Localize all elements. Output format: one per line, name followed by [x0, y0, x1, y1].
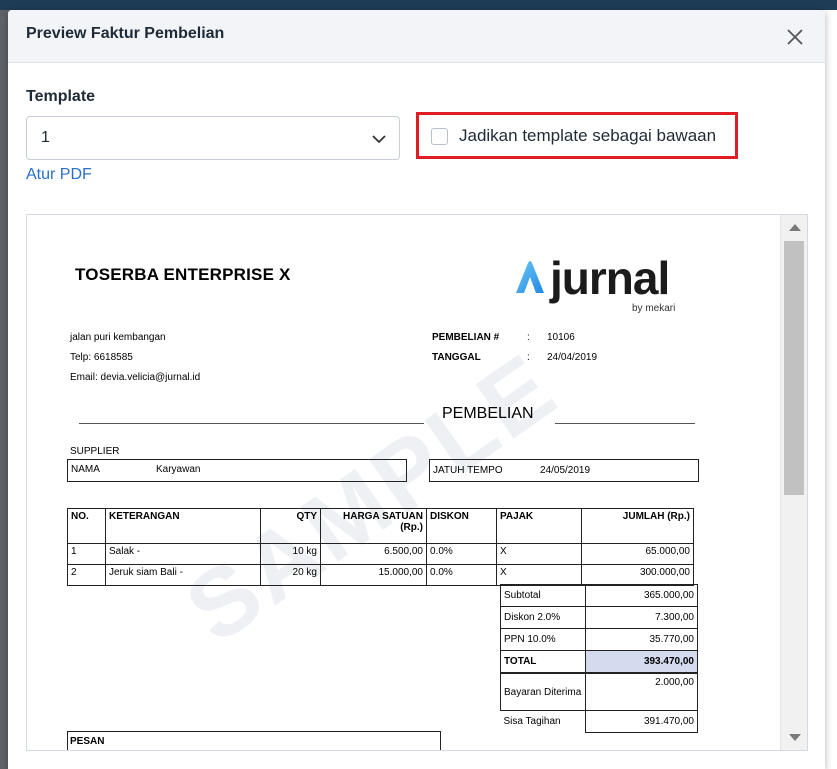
cell-diskon: 0.0%	[426, 564, 497, 586]
summary-row: Subtotal 365.000,00	[500, 584, 698, 607]
default-template-highlight: Jadikan template sebagai bawaan	[416, 112, 738, 159]
summary-row: Bayaran Diterima 2.000,00	[500, 672, 698, 711]
section-title: PEMBELIAN	[442, 405, 534, 422]
sisa-value: 391.470,00	[585, 710, 698, 733]
subtotal-label: Subtotal	[500, 584, 586, 607]
chevron-down-icon	[371, 131, 387, 152]
jurnal-logo: jurnal by mekari	[512, 252, 675, 314]
summary-table: Subtotal 365.000,00 Diskon 2.0% 7.300,00…	[500, 584, 698, 733]
cell-keterangan: Jeruk siam Bali -	[105, 564, 261, 586]
bayaran-label: Bayaran Diterima	[500, 672, 586, 711]
scroll-up-icon[interactable]	[789, 224, 801, 231]
cell-jumlah: 300.000,00	[581, 564, 694, 586]
diskon-label: Diskon 2.0%	[500, 606, 586, 629]
template-select-value: 1	[41, 129, 50, 146]
template-label: Template	[26, 88, 96, 105]
sisa-label: Sisa Tagihan	[500, 710, 586, 733]
company-name: TOSERBA ENTERPRISE X	[75, 265, 291, 284]
logo-subtext: by mekari	[632, 303, 676, 314]
header-keterangan: KETERANGAN	[105, 508, 261, 544]
cell-harga: 15.000,00	[320, 564, 427, 586]
scroll-down-icon[interactable]	[789, 734, 801, 741]
preview-scrollbar[interactable]	[780, 215, 807, 750]
summary-row: Diskon 2.0% 7.300,00	[500, 606, 698, 629]
tanggal-value: 24/04/2019	[547, 352, 598, 363]
nama-value: Karyawan	[156, 464, 201, 475]
cell-pajak: X	[496, 564, 582, 586]
cell-diskon: 0.0%	[426, 543, 497, 565]
colon: :	[527, 332, 530, 343]
app-background-header	[0, 0, 837, 10]
jatuh-tempo-label: JATUH TEMPO	[433, 465, 503, 476]
header-harga: HARGA SATUAN (Rp.)	[320, 508, 427, 544]
summary-row: Sisa Tagihan 391.470,00	[500, 710, 698, 733]
cell-harga: 6.500,00	[320, 543, 427, 565]
company-phone: Telp: 6618585	[70, 352, 133, 363]
jatuh-tempo-value: 24/05/2019	[540, 465, 591, 476]
header-diskon: DISKON	[426, 508, 497, 544]
bayaran-value: 2.000,00	[585, 672, 698, 711]
close-icon[interactable]	[785, 27, 805, 47]
background-page-edge	[823, 10, 837, 769]
supplier-box: NAMA Karyawan	[67, 459, 407, 482]
default-template-label[interactable]: Jadikan template sebagai bawaan	[459, 126, 716, 146]
total-value: 393.470,00	[585, 650, 698, 674]
scrollbar-thumb[interactable]	[784, 241, 804, 495]
cell-keterangan: Salak -	[105, 543, 261, 565]
header-no: NO.	[67, 508, 106, 544]
table-header-row: NO. KETERANGAN QTY HARGA SATUAN (Rp.) DI…	[67, 508, 694, 544]
modal-header: Preview Faktur Pembelian	[8, 10, 825, 63]
table-row: 2 Jeruk siam Bali - 20 kg 15.000,00 0.0%…	[67, 564, 694, 586]
cell-pajak: X	[496, 543, 582, 565]
nama-label: NAMA	[71, 464, 100, 475]
divider	[555, 423, 695, 424]
logo-word: jurnal	[550, 252, 670, 304]
ppn-label: PPN 10.0%	[500, 628, 586, 651]
diskon-value: 7.300,00	[585, 606, 698, 629]
cell-qty: 20 kg	[260, 564, 321, 586]
header-qty: QTY	[260, 508, 321, 544]
cell-qty: 10 kg	[260, 543, 321, 565]
pdf-preview[interactable]: SAMPLE TOSERBA ENTERPRISE X jurnal by me…	[26, 214, 808, 751]
template-select[interactable]: 1	[26, 116, 400, 160]
modal-title: Preview Faktur Pembelian	[26, 25, 225, 42]
cell-jumlah: 65.000,00	[581, 543, 694, 565]
supplier-label: SUPPLIER	[70, 446, 120, 457]
subtotal-value: 365.000,00	[585, 584, 698, 607]
table-row: 1 Salak - 10 kg 6.500,00 0.0% X 65.000,0…	[67, 543, 694, 565]
cell-no: 2	[67, 564, 106, 586]
pembelian-number-label: PEMBELIAN #	[432, 332, 500, 343]
summary-row: PPN 10.0% 35.770,00	[500, 628, 698, 651]
default-template-checkbox[interactable]	[431, 128, 448, 145]
header-pajak: PAJAK	[496, 508, 582, 544]
company-email: Email: devia.velicia@jurnal.id	[70, 372, 201, 383]
header-jumlah: JUMLAH (Rp.)	[581, 508, 694, 544]
tanggal-label: TANGGAL	[432, 352, 481, 363]
ppn-value: 35.770,00	[585, 628, 698, 651]
atur-pdf-link[interactable]: Atur PDF	[26, 166, 92, 184]
total-label: TOTAL	[500, 650, 586, 674]
jatuh-tempo-box: JATUH TEMPO 24/05/2019	[429, 459, 699, 482]
colon: :	[527, 352, 530, 363]
divider	[79, 423, 424, 424]
preview-modal: Preview Faktur Pembelian Template 1 Jadi…	[8, 10, 825, 769]
invoice-document: SAMPLE TOSERBA ENTERPRISE X jurnal by me…	[27, 215, 781, 750]
cell-no: 1	[67, 543, 106, 565]
items-table: NO. KETERANGAN QTY HARGA SATUAN (Rp.) DI…	[67, 508, 694, 586]
pembelian-number: 10106	[547, 332, 575, 343]
logo-mark-icon	[516, 261, 544, 293]
pesan-box: PESAN	[67, 731, 441, 750]
company-address: jalan puri kembangan	[70, 332, 166, 343]
summary-row: TOTAL 393.470,00	[500, 650, 698, 674]
